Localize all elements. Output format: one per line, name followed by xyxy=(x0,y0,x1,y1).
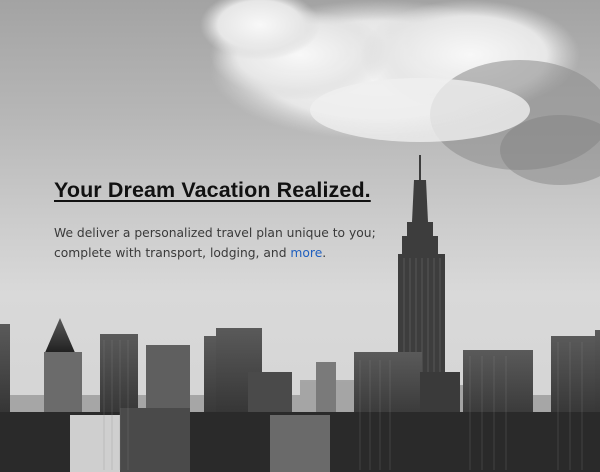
hero-section: Your Dream Vacation Realized. We deliver… xyxy=(0,0,600,472)
hero-tagline: We deliver a personalized travel plan un… xyxy=(54,223,394,263)
more-link[interactable]: more xyxy=(290,246,322,260)
tagline-end: . xyxy=(322,246,327,260)
tagline-line-1: We deliver a personalized travel plan un… xyxy=(54,226,376,240)
hero-copy: Your Dream Vacation Realized. We deliver… xyxy=(54,178,394,263)
cloud xyxy=(200,0,600,185)
hero-title: Your Dream Vacation Realized. xyxy=(54,178,371,202)
tagline-line-2: complete with transport, lodging, and mo… xyxy=(54,243,394,263)
tagline-line-2-text: complete with transport, lodging, and xyxy=(54,246,291,260)
